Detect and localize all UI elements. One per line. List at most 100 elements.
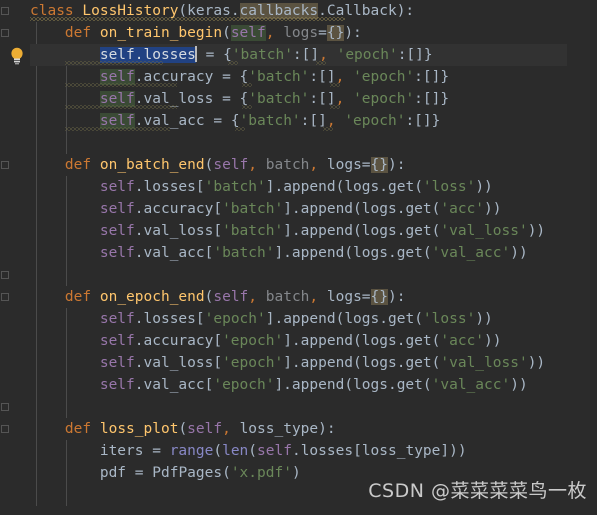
token-paren: ( [353,355,362,371]
token-key-epoch: 'epoch' [353,91,415,107]
code-line[interactable]: self.val_loss['epoch'].append(logs.get('… [0,352,567,374]
code-editor[interactable]: class LossHistory(keras.callbacks.Callba… [0,0,597,515]
fold-marker-icon[interactable] [1,29,9,37]
code-line[interactable]: self.losses['epoch'].append(logs.get('lo… [0,308,567,330]
token-key-batch: 'batch' [222,201,284,217]
inspection-squiggle [65,83,177,87]
token-logs: logs [361,333,397,349]
token-bracket: [ [353,443,362,459]
token-self: self [99,245,135,261]
token-str-acc: 'acc' [440,333,485,349]
token-method-name: loss_plot [99,421,179,437]
token-str-loss: 'loss' [422,311,476,327]
editor-gutter[interactable] [0,0,30,515]
token-str-xpdf: 'x.pdf' [230,465,292,481]
token-comma: , [265,25,275,41]
token-param-logs: logs [326,157,362,173]
token-equals: = [205,47,215,63]
token-method-append: append [300,201,354,217]
token-method-get: get [405,355,432,371]
fold-marker-icon[interactable] [1,293,9,301]
token-self: self [99,179,135,195]
token-punct: ): [388,157,406,173]
code-line[interactable]: self.val_loss['batch'].append(logs.get('… [0,220,567,242]
token-keyword-def: def [64,25,92,41]
code-line[interactable]: def loss_plot(self, loss_type): [0,418,567,440]
code-line[interactable]: self.accuracy['epoch'].append(logs.get('… [0,330,567,352]
token-bracket: ])) [440,443,467,459]
token-paren: ( [353,201,362,217]
token-bracket: [ [195,311,205,327]
token-paren: ( [353,223,362,239]
token-param-batch: batch [265,157,310,173]
token-method-get: get [405,201,432,217]
token-method-get: get [387,179,415,195]
code-line[interactable]: def on_epoch_end(self, batch, logs={}): [0,286,567,308]
token-punct: ): [344,25,362,41]
token-bracket: ]. [283,201,301,217]
code-content[interactable]: class LossHistory(keras.callbacks.Callba… [0,0,597,515]
token-key-batch: 'batch' [213,245,275,261]
code-line[interactable]: iters = range(len(self.losses[loss_type]… [0,440,567,462]
code-line-blank[interactable] [0,396,567,418]
token-punct: ): [388,289,406,305]
token-attr-val-loss: val_loss [143,223,214,239]
token-dot: . [134,179,144,195]
token-paren: )) [475,179,493,195]
inspection-squiggle [242,83,252,87]
token-key-batch: 'batch' [248,69,310,85]
inspection-squiggle [316,61,326,65]
token-param-batch: batch [265,289,310,305]
fold-marker-icon[interactable] [1,425,9,433]
lightbulb-icon[interactable] [10,47,24,65]
token-keyword-def: def [64,289,92,305]
code-line[interactable]: self.losses['batch'].append(logs.get('lo… [0,176,567,198]
code-line[interactable]: self.val_acc['batch'].append(logs.get('v… [0,242,567,264]
code-line[interactable]: def on_train_begin(self, logs={}): [0,22,567,44]
token-method-name: on_batch_end [99,157,205,173]
token-dot: . [379,311,388,327]
token-method-name: on_train_begin [99,25,223,41]
fold-marker-icon[interactable] [1,161,9,169]
token-bracket: [ [213,333,223,349]
token-logs: logs [344,179,380,195]
token-bracket: ]. [283,333,301,349]
token-empty-dict: {} [370,289,388,305]
inspection-squiggle [242,105,252,109]
token-dot: . [379,179,388,195]
token-equals: = [318,25,327,41]
token-punct: ( [178,421,188,437]
token-method-append: append [291,377,345,393]
token-key-epoch: 'epoch' [336,47,398,63]
token-builtin-len: len [222,443,249,459]
token-paren: ( [414,311,423,327]
token-equals: = [361,157,371,173]
token-bracket: ]. [274,245,292,261]
code-line[interactable]: self.val_acc['epoch'].append(logs.get('v… [0,374,567,396]
token-dot: . [134,223,144,239]
token-empty-dict: {} [370,157,388,173]
token-self: self [213,157,249,173]
fold-marker-icon[interactable] [1,7,9,15]
code-line[interactable]: def on_batch_end(self, batch, logs={}): [0,154,567,176]
token-key-batch: 'batch' [239,113,301,129]
token-bracket: ]. [265,179,284,195]
fold-marker-icon[interactable] [1,403,9,411]
token-dot: . [134,333,144,349]
token-param-loss-type: loss_type [361,443,441,459]
token-method-get: get [405,223,432,239]
token-punct: ): [318,421,336,437]
token-comma: , [309,157,319,173]
csdn-watermark: CSDN @菜菜菜菜鸟一枚 [368,480,587,502]
code-line[interactable]: self.accuracy['batch'].append(logs.get('… [0,198,567,220]
token-paren: )) [484,333,502,349]
code-line-blank[interactable] [0,132,567,154]
fold-marker-icon[interactable] [1,271,9,279]
code-line-blank[interactable] [0,264,567,286]
token-equals: = [152,443,161,459]
token-comma: , [222,421,231,437]
token-key-epoch: 'epoch' [213,377,275,393]
token-equals: = [134,465,144,481]
token-self: self [99,333,135,349]
token-dot: . [387,377,397,393]
